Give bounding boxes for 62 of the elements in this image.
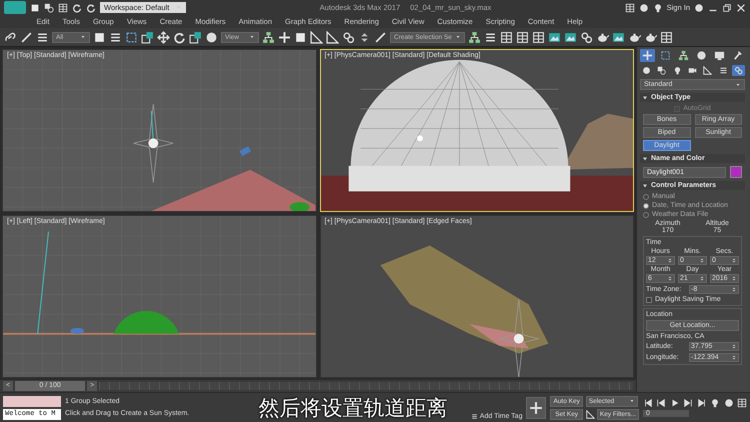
panel-tab[interactable]: [640, 49, 655, 62]
color-swatch[interactable]: [730, 166, 742, 178]
spinner-arrows-icon: [731, 286, 737, 293]
sphere-icon: [642, 66, 651, 75]
close-icon[interactable]: [736, 2, 746, 12]
spinner-arrows-icon: [731, 275, 737, 282]
plus-icon: [529, 400, 544, 414]
camera-icon: [688, 66, 697, 75]
undo-icon[interactable]: [72, 2, 82, 12]
rotate-icon[interactable]: [173, 30, 186, 44]
spinner-arrows-icon: [731, 354, 737, 361]
ruler-icon: [703, 66, 712, 75]
category-tab[interactable]: [732, 65, 745, 76]
script-input-field[interactable]: [3, 396, 61, 406]
previous-frame-icon[interactable]: [656, 398, 666, 408]
category-tab[interactable]: [640, 65, 653, 76]
hierarchy-icon: [678, 50, 689, 61]
collapse-arrow-icon: [642, 156, 648, 162]
display-icon: [714, 50, 725, 61]
play-icon[interactable]: [670, 398, 680, 408]
add-key-button[interactable]: [526, 396, 546, 418]
go-to-start-icon[interactable]: [643, 398, 653, 408]
window-crossing-icon[interactable]: [141, 30, 154, 44]
redo-icon[interactable]: [86, 2, 96, 12]
spinner-arrows-icon: [731, 343, 737, 350]
collapse-arrow-icon: [642, 94, 648, 100]
light-bulb-icon: [672, 66, 682, 75]
radio-button[interactable]: [643, 194, 649, 200]
gears-icon: [734, 66, 743, 75]
category-tab[interactable]: [701, 65, 714, 76]
shapes-icon: [657, 66, 666, 75]
collapse-arrow-icon: [642, 182, 648, 188]
move-icon[interactable]: [157, 30, 170, 44]
rectangle-selection-icon[interactable]: [125, 30, 138, 44]
caret-icon: [249, 34, 255, 40]
caret-icon: [80, 34, 86, 40]
scale-icon[interactable]: [189, 30, 202, 44]
new-file-icon[interactable]: [30, 2, 40, 12]
select-object-icon[interactable]: [93, 30, 106, 44]
utilities-icon: [732, 50, 743, 61]
checkbox[interactable]: [646, 296, 652, 302]
radio-button[interactable]: [643, 212, 649, 218]
radio-button[interactable]: [643, 202, 649, 208]
link-icon[interactable]: [4, 30, 17, 44]
go-to-end-icon[interactable]: [696, 398, 707, 408]
caret-icon: [454, 34, 461, 40]
create-icon: [642, 50, 653, 61]
spinner-arrows-icon: [667, 275, 673, 282]
subtitle-caption: 然后将设置轨道距离: [257, 394, 448, 422]
spinner-arrows-icon: [699, 275, 705, 282]
modify-icon: [660, 50, 671, 61]
spinner-arrows-icon: [699, 257, 705, 264]
panel-tab[interactable]: [712, 49, 727, 62]
caret-icon: [735, 82, 741, 88]
lines-icon: [718, 66, 728, 75]
category-tab[interactable]: [655, 65, 668, 76]
spinner-arrows-icon: [731, 257, 737, 264]
next-frame-icon[interactable]: [683, 398, 694, 408]
caret-icon: [628, 398, 635, 404]
spinner-arrows-icon: [667, 257, 673, 264]
panel-tab[interactable]: [676, 49, 691, 62]
restore-icon[interactable]: [722, 2, 732, 12]
